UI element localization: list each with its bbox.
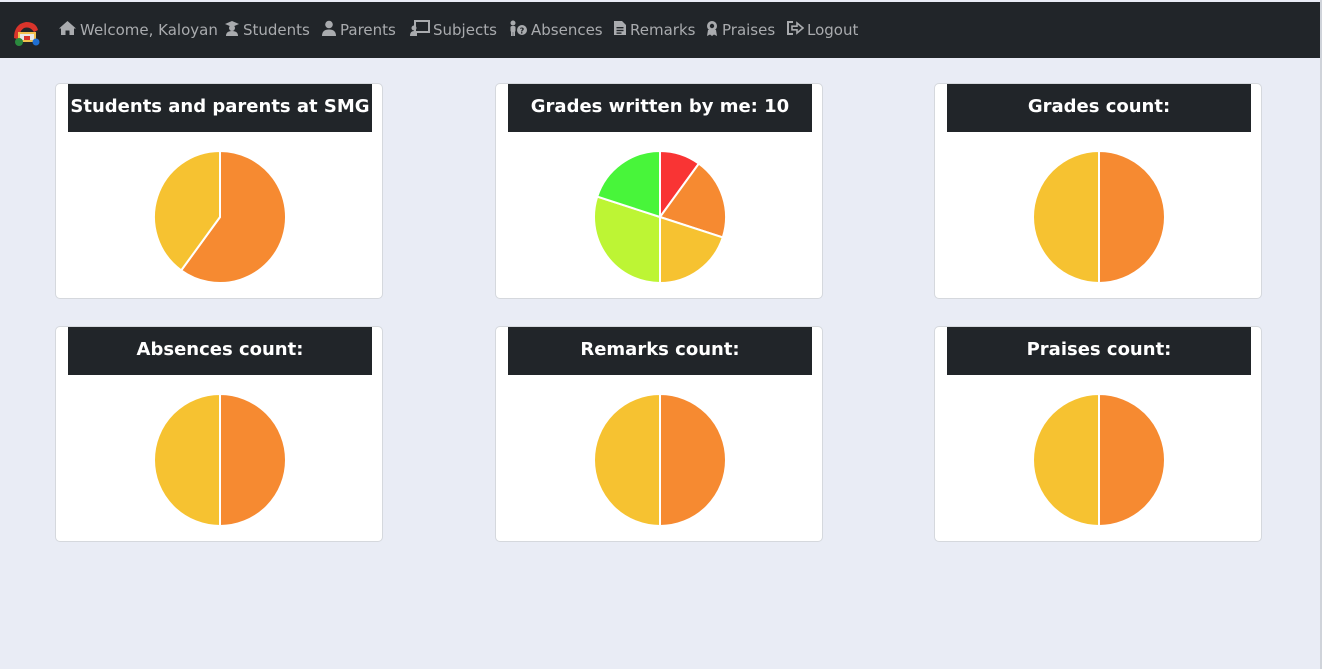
nav-students-link[interactable]: Students: [224, 2, 310, 58]
user-icon: [321, 20, 340, 40]
person-question-icon: ?: [508, 20, 531, 40]
nav-logout-label: Logout: [807, 21, 859, 39]
pie-slice[interactable]: [1098, 393, 1166, 527]
pie-chart: [1032, 393, 1166, 527]
nav-praises-label: Praises: [722, 21, 776, 39]
nav-parents-link[interactable]: Parents: [321, 2, 396, 58]
home-icon: [58, 20, 80, 40]
pie-slice[interactable]: [1032, 150, 1100, 284]
card-remarks-count: Remarks count:: [495, 326, 823, 542]
pie-chart: [593, 393, 727, 527]
card-praises-count: Praises count:: [934, 326, 1262, 542]
nav-subjects-label: Subjects: [433, 21, 497, 39]
pie-slice[interactable]: [219, 393, 287, 527]
navbar: Welcome, Kaloyan Students Parents Subjec…: [0, 2, 1320, 58]
pie-slice[interactable]: [1032, 393, 1100, 527]
nav-welcome-label: Welcome, Kaloyan: [80, 21, 218, 39]
card-absences-count: Absences count:: [55, 326, 383, 542]
nav-logout-link[interactable]: Logout: [786, 2, 858, 58]
nav-subjects-link[interactable]: Subjects: [410, 2, 497, 58]
logout-icon: [786, 20, 807, 40]
graduate-icon: [224, 20, 243, 40]
card-title: Praises count:: [947, 327, 1251, 375]
card-title: Remarks count:: [508, 327, 812, 375]
chalkboard-teacher-icon: [410, 20, 433, 40]
school-logo-icon[interactable]: [10, 16, 42, 48]
card-title: Absences count:: [68, 327, 372, 375]
pie-slice[interactable]: [593, 393, 661, 527]
card-grades-count: Grades count:: [934, 83, 1262, 299]
nav-remarks-link[interactable]: Remarks: [613, 2, 695, 58]
pie-chart: [153, 393, 287, 527]
nav-welcome-link[interactable]: Welcome, Kaloyan: [58, 2, 218, 58]
pie-slice[interactable]: [153, 393, 221, 527]
pie-chart: [1032, 150, 1166, 284]
award-icon: [705, 20, 722, 40]
card-title: Grades count:: [947, 84, 1251, 132]
nav-absences-link[interactable]: ? Absences: [508, 2, 603, 58]
nav-students-label: Students: [243, 21, 310, 39]
nav-remarks-label: Remarks: [630, 21, 696, 39]
pie-chart: [153, 150, 287, 284]
nav-absences-label: Absences: [531, 21, 603, 39]
card-students-parents: Students and parents at SMG: [55, 83, 383, 299]
card-grades-written: Grades written by me: 10: [495, 83, 823, 299]
nav-praises-link[interactable]: Praises: [705, 2, 775, 58]
file-text-icon: [613, 20, 630, 40]
pie-slice[interactable]: [659, 393, 727, 527]
pie-slice[interactable]: [1098, 150, 1166, 284]
card-title: Students and parents at SMG: [68, 84, 372, 132]
pie-chart: [593, 150, 727, 284]
nav-parents-label: Parents: [340, 21, 396, 39]
svg-text:?: ?: [520, 27, 525, 36]
card-title: Grades written by me: 10: [508, 84, 812, 132]
